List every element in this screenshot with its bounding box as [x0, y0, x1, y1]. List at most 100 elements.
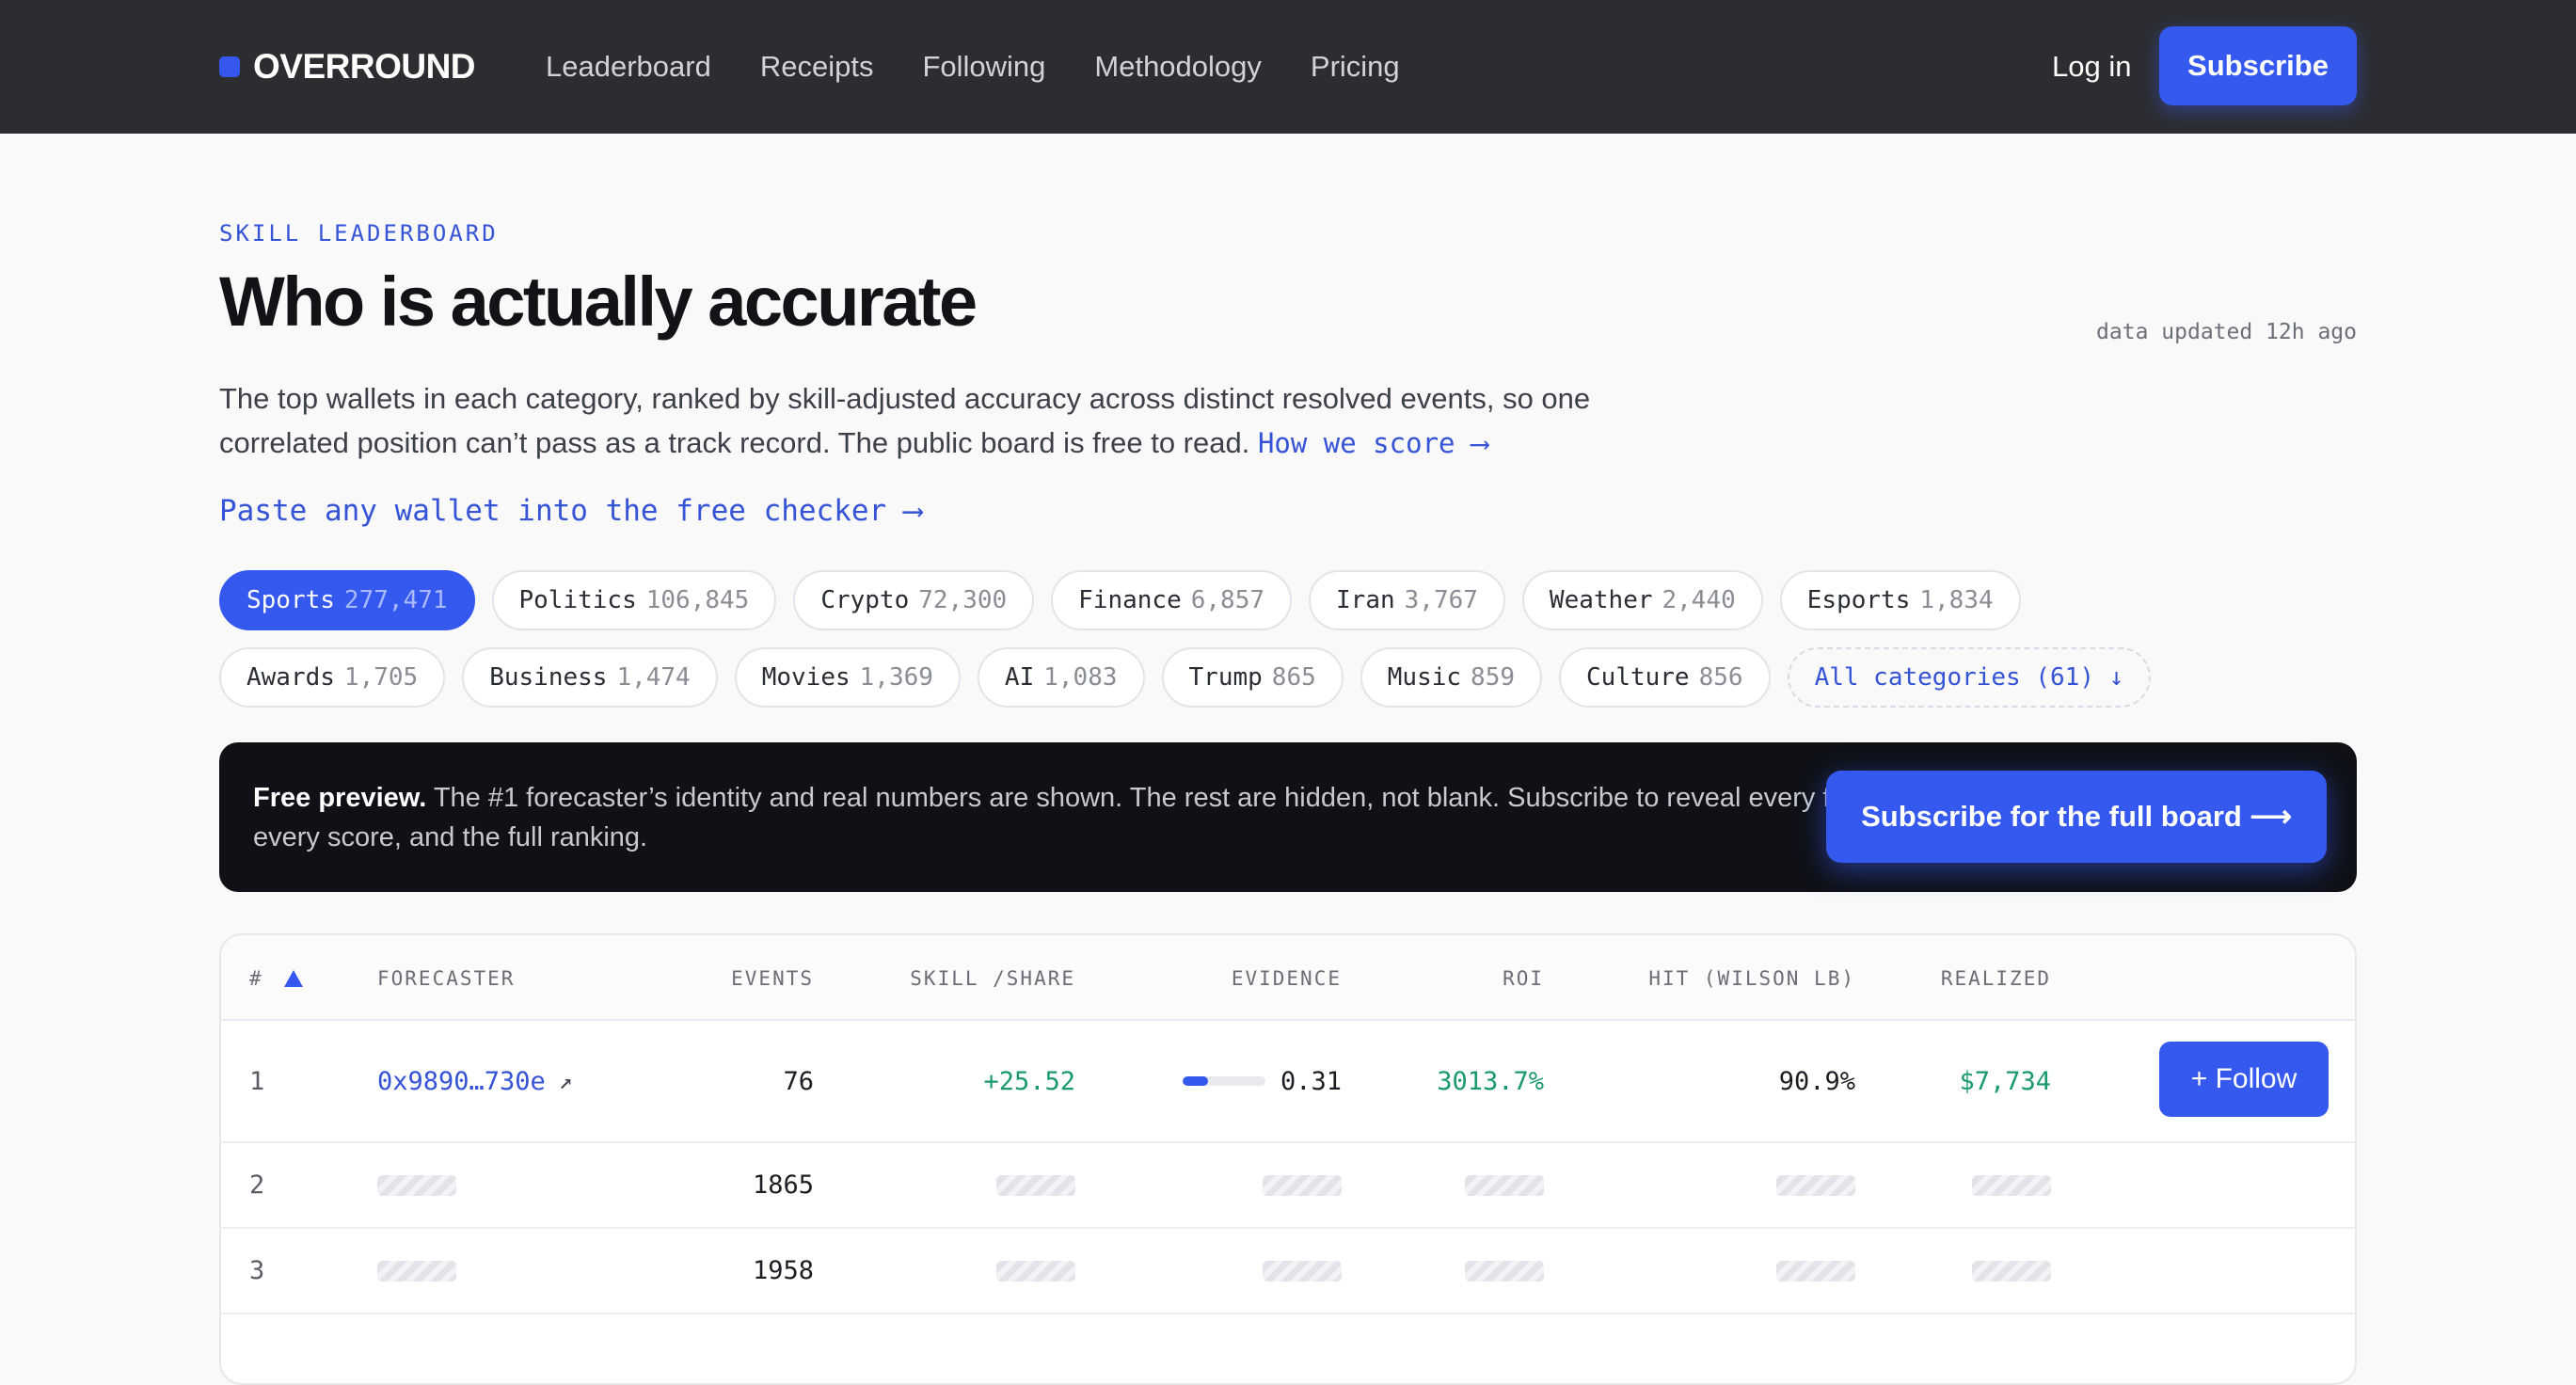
follow-button[interactable]: + Follow	[2159, 1042, 2329, 1117]
col-evidence-header[interactable]: EVIDENCE	[1143, 935, 1342, 1021]
forecaster-cell: 0x9890…730e ↗	[377, 1021, 572, 1141]
evidence-cell: 0.31	[1143, 1021, 1342, 1141]
col-skill-header[interactable]: SKILL /SHARE	[880, 935, 1075, 1021]
chip-count: 1,705	[343, 663, 419, 692]
nav-links: Leaderboard Receipts Following Methodolo…	[546, 0, 1400, 134]
chip-label: Sports	[246, 586, 335, 614]
forecaster-address-link[interactable]: 0x9890…730e	[377, 1067, 546, 1096]
chip-count: 1,474	[616, 663, 691, 692]
chip-count: 106,845	[645, 586, 750, 614]
table-row: 1 0x9890…730e ↗ 76 +25.52 0.31 3013.7% 9…	[221, 1021, 2355, 1143]
chip-label: AI	[1004, 663, 1035, 692]
events-cell: 1865	[752, 1170, 814, 1200]
category-chip-sports[interactable]: Sports 277,471	[219, 570, 475, 630]
forecaster-cell	[377, 1229, 456, 1313]
chip-label: Trump	[1188, 663, 1263, 692]
roi-cell	[1397, 1229, 1544, 1313]
chip-count: 6,857	[1190, 586, 1265, 614]
chip-count: 1,083	[1043, 663, 1118, 692]
hidden-value-placeholder	[996, 1260, 1075, 1282]
chip-label: Finance	[1078, 586, 1182, 614]
all-categories-button[interactable]: All categories (61) ↓	[1787, 647, 2152, 708]
nav-link-receipts[interactable]: Receipts	[760, 50, 874, 84]
chip-label: Awards	[246, 663, 335, 692]
skill-cell	[880, 1143, 1075, 1227]
how-we-score-link[interactable]: How we score ⟶	[1258, 427, 1487, 459]
brand-name: OVERROUND	[253, 47, 476, 86]
chip-count: 3,767	[1404, 586, 1478, 614]
category-chip-music[interactable]: Music 859	[1360, 647, 1543, 708]
chip-count: 865	[1271, 663, 1316, 692]
all-categories-label: All categories (61) ↓	[1814, 663, 2124, 692]
chip-count: 856	[1698, 663, 1743, 692]
category-chip-esports[interactable]: Esports 1,834	[1779, 570, 2021, 630]
chip-label: Music	[1387, 663, 1462, 692]
chip-label: Politics	[518, 586, 637, 614]
category-chip-ai[interactable]: AI 1,083	[977, 647, 1145, 708]
subscribe-full-board-button[interactable]: Subscribe for the full board ⟶	[1826, 771, 2327, 863]
nav-link-pricing[interactable]: Pricing	[1311, 50, 1400, 84]
hidden-value-placeholder	[996, 1174, 1075, 1196]
chip-label: Iran	[1336, 586, 1395, 614]
hit-cell	[1614, 1143, 1855, 1227]
forecaster-cell	[377, 1143, 456, 1227]
category-filter: Sports 277,471 Politics 106,845 Crypto 72,3…	[219, 570, 2157, 708]
chip-label: Crypto	[820, 586, 910, 614]
evidence-bar	[1182, 1076, 1265, 1086]
col-hit-header[interactable]: HIT (WILSON LB)	[1614, 935, 1855, 1021]
evidence-cell	[1143, 1143, 1342, 1227]
table-row: 2 1865	[221, 1143, 2355, 1229]
evidence-bar-fill	[1182, 1076, 1209, 1086]
category-chip-weather[interactable]: Weather 2,440	[1521, 570, 1763, 630]
nav-link-following[interactable]: Following	[922, 50, 1045, 84]
login-link[interactable]: Log in	[2052, 0, 2131, 134]
wallet-checker-link[interactable]: Paste any wallet into the free checker ⟶	[219, 494, 922, 528]
category-chip-iran[interactable]: Iran 3,767	[1309, 570, 1505, 630]
category-chip-politics[interactable]: Politics 106,845	[491, 570, 777, 630]
evidence-value: 0.31	[1280, 1066, 1342, 1096]
events-cell: 1958	[752, 1256, 814, 1285]
hidden-value-placeholder	[1972, 1260, 2051, 1282]
hidden-value-placeholder	[1972, 1174, 2051, 1196]
hidden-value-placeholder	[1263, 1260, 1342, 1282]
table-row: 3 1958	[221, 1229, 2355, 1314]
col-realized-header[interactable]: REALIZED	[1905, 935, 2051, 1021]
col-rank-header[interactable]: #	[249, 935, 303, 1021]
category-chip-movies[interactable]: Movies 1,369	[734, 647, 961, 708]
rank-cell: 2	[249, 1170, 265, 1200]
col-roi-header[interactable]: ROI	[1397, 935, 1544, 1021]
subscribe-button[interactable]: Subscribe	[2159, 26, 2357, 105]
category-chip-awards[interactable]: Awards 1,705	[219, 647, 446, 708]
chip-count: 859	[1471, 663, 1516, 692]
page-title: Who is actually accurate	[219, 263, 978, 341]
brand-logo[interactable]: OVERROUND	[219, 0, 476, 134]
banner-body: The #1 forecaster’s identity and real nu…	[253, 783, 1950, 852]
top-nav: OVERROUND Leaderboard Receipts Following…	[0, 0, 2576, 134]
col-events-header[interactable]: EVENTS	[673, 935, 814, 1021]
category-chip-culture[interactable]: Culture 856	[1559, 647, 1771, 708]
external-link-icon[interactable]: ↗	[559, 1068, 572, 1094]
banner-text: Free preview. The #1 forecaster’s identi…	[253, 778, 2003, 857]
hidden-value-placeholder	[1465, 1260, 1544, 1282]
hidden-value-placeholder	[1776, 1260, 1855, 1282]
hit-cell: 90.9%	[1778, 1066, 1855, 1096]
nav-link-methodology[interactable]: Methodology	[1094, 50, 1262, 84]
evidence-cell	[1143, 1229, 1342, 1313]
chip-label: Weather	[1549, 586, 1653, 614]
category-chip-business[interactable]: Business 1,474	[462, 647, 718, 708]
category-chip-trump[interactable]: Trump 865	[1161, 647, 1344, 708]
category-chip-finance[interactable]: Finance 6,857	[1051, 570, 1293, 630]
col-rank-label: #	[249, 966, 263, 990]
chip-count: 277,471	[343, 586, 448, 614]
realized-cell	[1905, 1229, 2051, 1313]
chip-label: Movies	[761, 663, 851, 692]
chip-label: Culture	[1586, 663, 1690, 692]
category-chip-crypto[interactable]: Crypto 72,300	[793, 570, 1035, 630]
sort-ascending-icon	[283, 969, 303, 987]
nav-link-leaderboard[interactable]: Leaderboard	[546, 50, 711, 84]
hidden-value-placeholder	[1776, 1174, 1855, 1196]
roi-cell	[1397, 1143, 1544, 1227]
rank-cell: 1	[249, 1066, 265, 1096]
hit-cell	[1614, 1229, 1855, 1313]
events-cell: 76	[783, 1066, 814, 1096]
